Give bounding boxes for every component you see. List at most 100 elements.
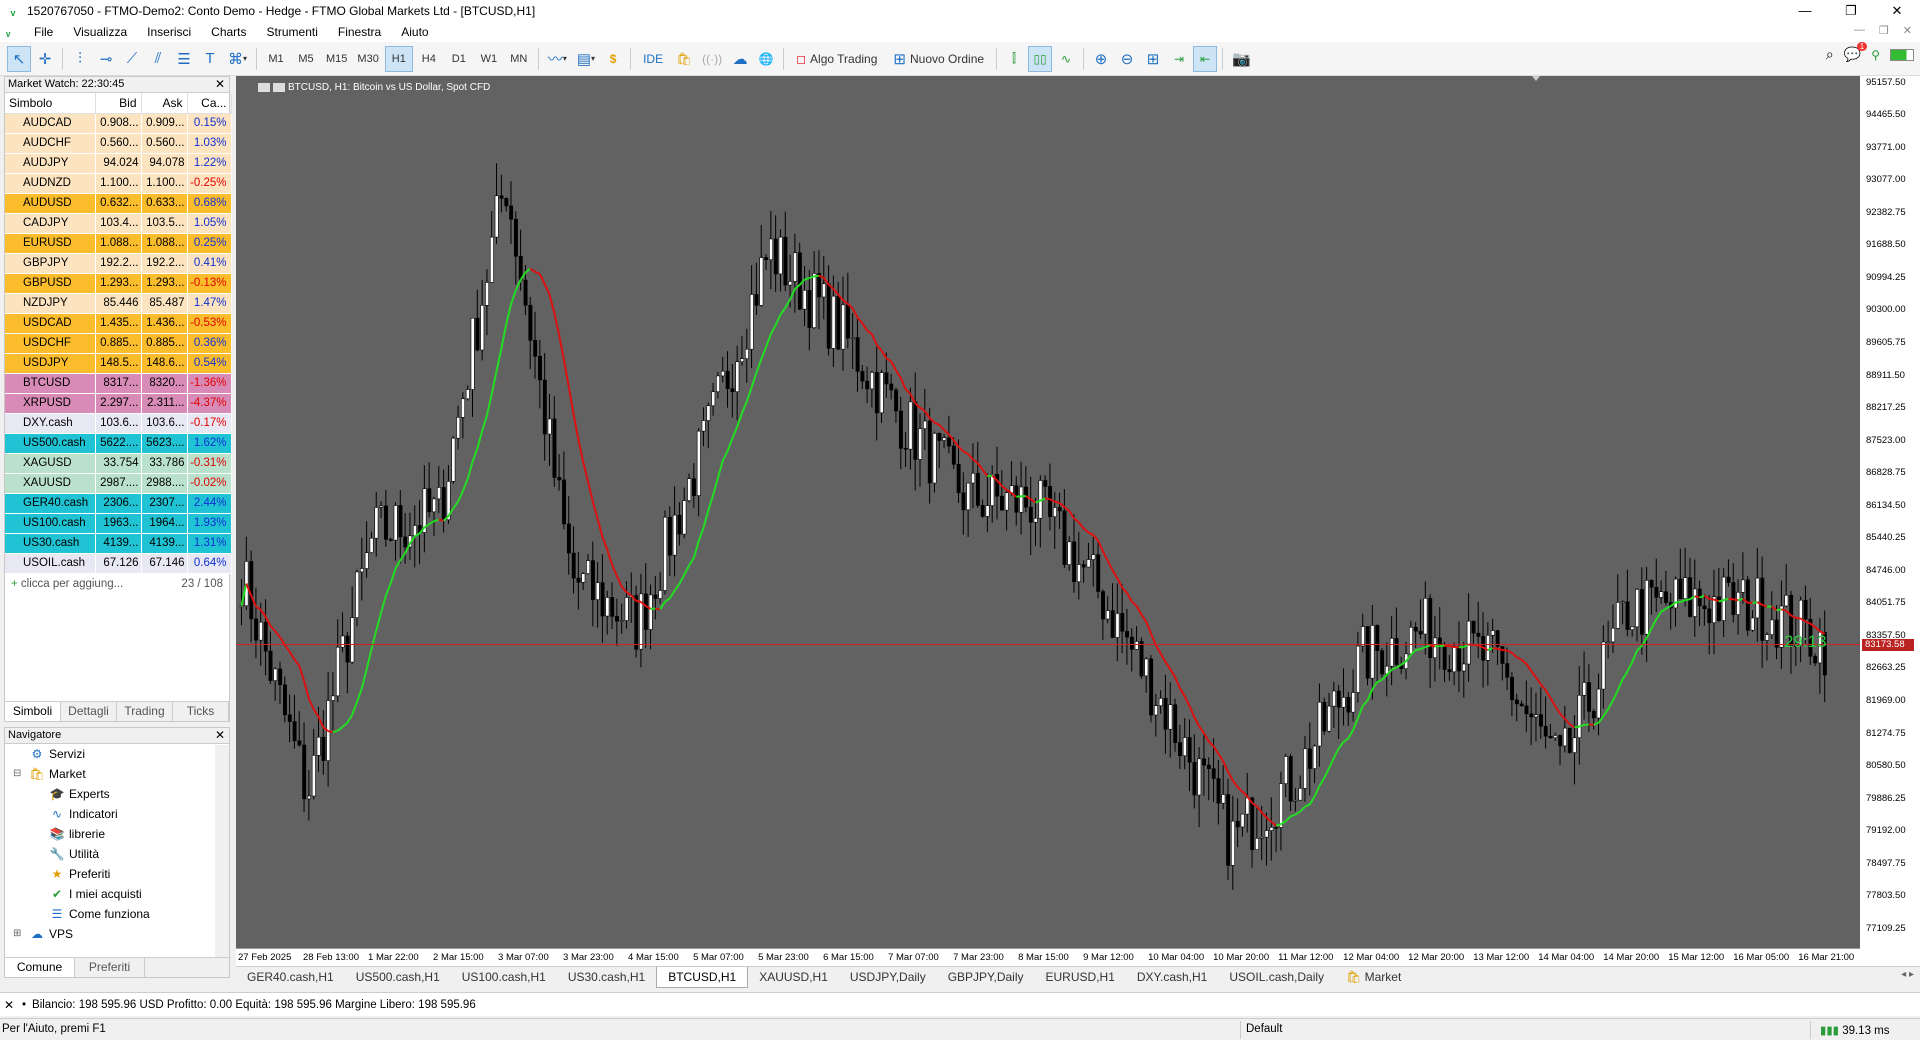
tab-common[interactable]: Comune [5,958,75,977]
column-header-ask[interactable]: Ask [141,93,188,114]
table-row[interactable]: AUDJPY 94.024 94.078 1.22% [5,153,232,174]
tab-ticks[interactable]: Ticks [173,702,229,721]
table-row[interactable]: GBPJPY 192.2... 192.2... 0.41% [5,253,232,274]
trading-button[interactable]: $ [601,46,625,72]
minimize-button[interactable]: — [1782,0,1828,22]
menu-tools[interactable]: Strumenti [257,25,328,39]
timeframe-m1[interactable]: M1 [262,46,290,72]
navigator-item[interactable]: ⊞ ☁ VPS [5,924,229,944]
table-row[interactable]: NZDJPY 85.446 85.487 1.47% [5,293,232,314]
navigator-item[interactable]: ⊟ 🛍 Market [5,764,229,784]
table-row[interactable]: AUDCAD 0.908... 0.909... 0.15% [5,113,232,134]
channel-button[interactable]: ⫽ [146,46,170,72]
chart-tab[interactable]: GER40.cash,H1 [236,967,345,988]
close-window-button[interactable]: ✕ [1874,0,1920,22]
menu-file[interactable]: File [24,25,63,39]
menu-window[interactable]: Finestra [328,25,391,39]
tab-scroll-arrows[interactable]: ◂ ▸ [1901,969,1914,980]
navigator-item[interactable]: ✔ I miei acquisti [5,884,229,904]
table-row[interactable]: XRPUSD 2.297... 2.311... -4.37% [5,393,232,414]
horizontal-line-button[interactable]: ⊸ [94,46,118,72]
timeframe-m5[interactable]: M5 [292,46,320,72]
table-row[interactable]: BTCUSD 8317... 8320... -1.36% [5,373,232,394]
chart-tab[interactable]: 🛍 Market [1335,967,1412,988]
community-button[interactable]: 🌐 [754,46,778,72]
menu-help[interactable]: Aiuto [391,25,438,39]
tab-favorites[interactable]: Preferiti [75,958,145,977]
menu-view[interactable]: Visualizza [63,25,137,39]
navigator-item[interactable]: ⚙ Servizi [5,744,229,764]
ide-button[interactable]: IDE [636,46,670,72]
mdi-restore-button[interactable]: ❐ [1879,24,1889,37]
shapes-button[interactable]: ⌘ ▾ [224,46,251,72]
chart-window[interactable]: BTCUSD, H1: Bitcoin vs US Dollar, Spot C… [236,76,1920,966]
account-icon[interactable]: ⚲ [1871,48,1880,62]
table-row[interactable]: USDCAD 1.435... 1.436... -0.53% [5,313,232,334]
text-tool-button[interactable]: T [198,46,222,72]
close-icon[interactable]: ✕ [4,998,14,1012]
close-icon[interactable]: ✕ [215,77,225,92]
candles-button[interactable]: ▯▯ [1028,45,1053,72]
close-icon[interactable]: ✕ [215,728,225,743]
timeframe-w1[interactable]: W1 [475,46,503,72]
table-row[interactable]: USDCHF 0.885... 0.885... 0.36% [5,333,232,354]
navigator-item[interactable]: 🔧 Utilità [5,844,229,864]
templates-button[interactable]: ▤ ▾ [573,46,599,72]
algo-trading-button[interactable]: ◻ Algo Trading [789,46,884,72]
table-row[interactable]: AUDUSD 0.632... 0.633... 0.68% [5,193,232,214]
signals-button[interactable]: ((·)) [698,46,726,72]
timeframe-m30[interactable]: M30 [353,46,382,72]
column-header-symbol[interactable]: Simbolo [5,93,96,114]
timeframe-h1[interactable]: H1 [384,45,413,72]
chart-tab[interactable]: US30.cash,H1 [557,967,656,988]
chart-tab[interactable]: BTCUSD,H1 [656,967,749,988]
mdi-minimize-button[interactable]: — [1854,24,1865,37]
navigator-scrollbar[interactable] [215,745,229,957]
market-button[interactable]: 🛍 [672,46,696,72]
table-row[interactable]: CADJPY 103.4... 103.5... 1.05% [5,213,232,234]
table-row[interactable]: DXY.cash 103.6... 103.6... -0.17% [5,413,232,434]
table-row[interactable]: US500.cash 5622.... 5623.... 1.62% [5,433,232,454]
table-row[interactable]: US100.cash 1963... 1964... 1.93% [5,513,232,534]
timeframe-mn[interactable]: MN [505,46,533,72]
time-axis[interactable]: 27 Feb 2025 28 Feb 13:00 1 Mar 22:00 2 Mar … [236,948,1860,966]
search-icon[interactable]: ⌕ [1826,46,1834,63]
navigator-item[interactable]: ∿ Indicatori [5,804,229,824]
vps-button[interactable]: ☁ [728,46,752,72]
chart-tab[interactable]: EURUSD,H1 [1035,967,1126,988]
navigator-item[interactable]: ☰ Come funziona [5,904,229,924]
crosshair-tool-button[interactable]: ✛ [33,46,57,72]
chart-tab[interactable]: XAUUSD,H1 [748,967,839,988]
price-axis[interactable]: 95157.50 94465.50 93771.00 93077.00 92382.75… [1860,76,1920,948]
autoscroll-button[interactable]: ⇥ [1167,46,1191,72]
menu-charts[interactable]: Charts [201,25,256,39]
table-row[interactable]: XAUUSD 2987.... 2988.... -0.02% [5,473,232,494]
notifications-button[interactable]: 💬 1 [1844,42,1868,63]
column-header-bid[interactable]: Bid [95,93,142,114]
zoom-out-button[interactable]: ⊖ [1115,46,1139,72]
tile-windows-button[interactable]: ⊞ [1141,46,1165,72]
chart-tab[interactable]: US500.cash,H1 [345,967,451,988]
navigator-item[interactable]: ★ Preferiti [5,864,229,884]
table-row[interactable]: AUDCHF 0.560... 0.560... 1.03% [5,133,232,154]
add-symbol-row[interactable]: + clicca per aggiung... 23 / 108 [5,574,229,594]
cursor-tool-button[interactable]: ↖ [7,45,31,72]
navigator-item[interactable]: 📚 librerie [5,824,229,844]
trendline-button[interactable]: ⟋ [120,46,144,72]
table-row[interactable]: AUDNZD 1.100... 1.100... -0.25% [5,173,232,194]
table-row[interactable]: US30.cash 4139... 4139... 1.31% [5,533,232,554]
table-row[interactable]: USOIL.cash 67.126 67.146 0.64% [5,553,232,574]
tab-symbols[interactable]: Simboli [5,702,61,721]
table-row[interactable]: EURUSD 1.088... 1.088... 0.25% [5,233,232,254]
bar-chart-button[interactable]: ⫿ [1002,46,1026,72]
tab-trading[interactable]: Trading [117,702,173,721]
mdi-close-button[interactable]: ✕ [1903,24,1912,37]
tab-details[interactable]: Dettagli [61,702,117,721]
chart-tab[interactable]: DXY.cash,H1 [1126,967,1218,988]
timeframe-h4[interactable]: H4 [415,46,443,72]
maximize-button[interactable]: ❐ [1828,0,1874,22]
app-menu-icon[interactable]: ᵥ [6,25,24,39]
timeframe-d1[interactable]: D1 [445,46,473,72]
chart-tab[interactable]: USDJPY,Daily [839,967,937,988]
navigator-item[interactable]: 🎓 Experts [5,784,229,804]
